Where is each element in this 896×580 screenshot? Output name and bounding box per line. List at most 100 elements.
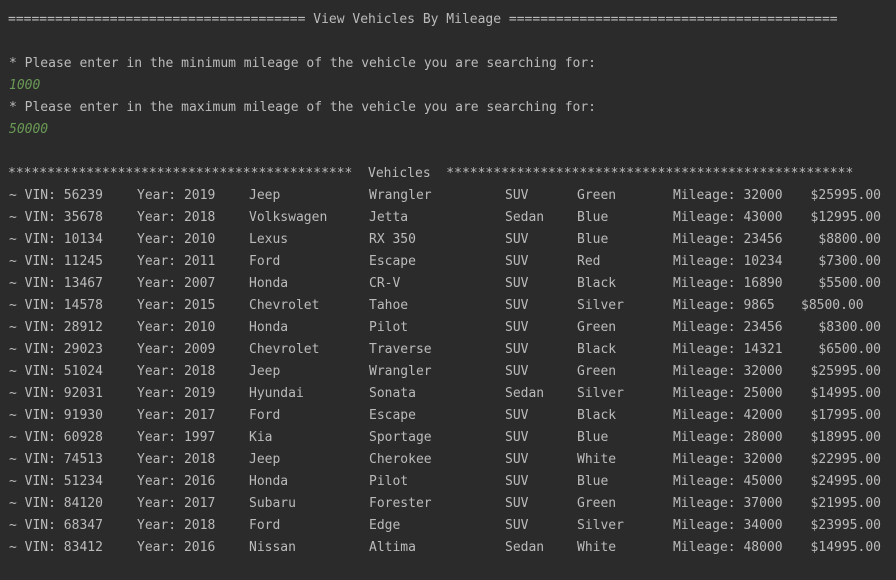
vehicle-type: SUV: [505, 342, 529, 357]
vehicle-make: Chevrolet: [249, 342, 320, 357]
vehicle-mileage: Mileage: 34000: [673, 518, 783, 533]
vehicle-price: $24995.00: [810, 474, 881, 489]
vehicle-color: Green: [577, 188, 617, 203]
vehicle-row: ~ VIN: 29023 Year: 2009 Chevrolet Traver…: [0, 339, 896, 361]
vehicle-make: Chevrolet: [249, 298, 320, 313]
vehicle-mileage: Mileage: 48000: [673, 540, 783, 555]
vehicle-vin: ~ VIN: 28912: [9, 320, 103, 335]
vehicle-color: Black: [577, 342, 617, 357]
vehicle-color: Blue: [577, 430, 609, 445]
vehicle-mileage: Mileage: 23456: [673, 232, 783, 247]
vehicle-mileage: Mileage: 43000: [673, 210, 783, 225]
vehicle-make: Kia: [249, 430, 273, 445]
vehicle-row: ~ VIN: 91930 Year: 2017 Ford Escape SUV …: [0, 405, 896, 427]
vehicle-vin: ~ VIN: 14578: [9, 298, 103, 313]
vehicle-type: SUV: [505, 364, 529, 379]
vehicle-vin: ~ VIN: 83412: [9, 540, 103, 555]
vehicle-row: ~ VIN: 10134 Year: 2010 Lexus RX 350 SUV…: [0, 229, 896, 251]
vehicle-color: Red: [577, 254, 601, 269]
vehicle-mileage: Mileage: 45000: [673, 474, 783, 489]
vehicle-type: SUV: [505, 254, 529, 269]
vehicle-model: Edge: [369, 518, 401, 533]
vehicle-type: Sedan: [505, 540, 545, 555]
vehicle-model: Sonata: [369, 386, 416, 401]
vehicle-vin: ~ VIN: 60928: [9, 430, 103, 445]
vehicle-color: Green: [577, 320, 617, 335]
vehicle-price: $8500.00: [801, 298, 864, 313]
vehicle-year: Year: 2018: [137, 518, 216, 533]
vehicle-color: White: [577, 452, 617, 467]
vehicle-price: $25995.00: [810, 364, 881, 379]
vehicle-row: ~ VIN: 35678 Year: 2018 Volkswagen Jetta…: [0, 207, 896, 229]
vehicle-price: $5500.00: [818, 276, 881, 291]
vehicle-model: CR-V: [369, 276, 401, 291]
vehicle-year: Year: 2018: [137, 364, 216, 379]
vehicle-make: Nissan: [249, 540, 296, 555]
vehicle-row: ~ VIN: 74513 Year: 2018 Jeep Cherokee SU…: [0, 449, 896, 471]
console-output[interactable]: ====================================== V…: [0, 0, 896, 580]
vehicle-price: $23995.00: [810, 518, 881, 533]
vehicle-price: $6500.00: [818, 342, 881, 357]
vehicle-model: Pilot: [369, 474, 409, 489]
vehicle-color: Silver: [577, 386, 624, 401]
vehicle-year: Year: 2007: [137, 276, 216, 291]
vehicle-row: ~ VIN: 92031 Year: 2019 Hyundai Sonata S…: [0, 383, 896, 405]
vehicle-vin: ~ VIN: 56239: [9, 188, 103, 203]
vehicle-make: Subaru: [249, 496, 296, 511]
vehicle-row: ~ VIN: 11245 Year: 2011 Ford Escape SUV …: [0, 251, 896, 273]
min-mileage-prompt: * Please enter in the minimum mileage of…: [9, 56, 596, 71]
vehicle-make: Honda: [249, 320, 289, 335]
vehicle-color: Black: [577, 408, 617, 423]
vehicle-color: Green: [577, 496, 617, 511]
max-mileage-prompt: * Please enter in the maximum mileage of…: [9, 100, 596, 115]
vehicle-make: Honda: [249, 276, 289, 291]
vehicle-price: $25995.00: [810, 188, 881, 203]
vehicle-row: ~ VIN: 83412 Year: 2016 Nissan Altima Se…: [0, 537, 896, 559]
vehicle-vin: ~ VIN: 13467: [9, 276, 103, 291]
vehicle-year: Year: 2019: [137, 188, 216, 203]
vehicle-type: SUV: [505, 320, 529, 335]
vehicle-vin: ~ VIN: 74513: [9, 452, 103, 467]
vehicle-year: Year: 2016: [137, 540, 216, 555]
vehicles-header-banner: ****************************************…: [8, 166, 854, 181]
vehicle-mileage: Mileage: 14321: [673, 342, 783, 357]
vehicle-price: $17995.00: [810, 408, 881, 423]
vehicle-vin: ~ VIN: 84120: [9, 496, 103, 511]
vehicle-model: Escape: [369, 254, 416, 269]
vehicle-make: Ford: [249, 254, 281, 269]
vehicle-vin: ~ VIN: 11245: [9, 254, 103, 269]
vehicle-color: Silver: [577, 518, 624, 533]
vehicle-mileage: Mileage: 32000: [673, 364, 783, 379]
vehicle-make: Jeep: [249, 364, 281, 379]
vehicle-type: SUV: [505, 452, 529, 467]
vehicle-row: ~ VIN: 56239 Year: 2019 Jeep Wrangler SU…: [0, 185, 896, 207]
vehicle-model: Sportage: [369, 430, 432, 445]
vehicle-row: ~ VIN: 13467 Year: 2007 Honda CR-V SUV B…: [0, 273, 896, 295]
vehicle-make: Jeep: [249, 452, 281, 467]
vehicle-type: SUV: [505, 518, 529, 533]
vehicle-year: Year: 2016: [137, 474, 216, 489]
vehicle-price: $21995.00: [810, 496, 881, 511]
vehicle-year: Year: 2018: [137, 210, 216, 225]
vehicle-make: Hyundai: [249, 386, 304, 401]
vehicle-year: Year: 2017: [137, 496, 216, 511]
vehicle-model: Traverse: [369, 342, 432, 357]
vehicle-make: Ford: [249, 408, 281, 423]
vehicle-vin: ~ VIN: 35678: [9, 210, 103, 225]
vehicle-type: SUV: [505, 298, 529, 313]
max-mileage-input: 50000: [9, 122, 49, 137]
vehicle-vin: ~ VIN: 92031: [9, 386, 103, 401]
vehicle-model: Escape: [369, 408, 416, 423]
vehicle-type: SUV: [505, 232, 529, 247]
vehicle-vin: ~ VIN: 51234: [9, 474, 103, 489]
vehicle-model: Pilot: [369, 320, 409, 335]
vehicle-type: SUV: [505, 408, 529, 423]
vehicle-mileage: Mileage: 10234: [673, 254, 783, 269]
vehicle-price: $14995.00: [810, 386, 881, 401]
vehicle-color: White: [577, 540, 617, 555]
vehicle-year: Year: 2018: [137, 452, 216, 467]
vehicle-model: RX 350: [369, 232, 416, 247]
vehicle-price: $14995.00: [810, 540, 881, 555]
vehicle-price: $18995.00: [810, 430, 881, 445]
vehicle-mileage: Mileage: 16890: [673, 276, 783, 291]
